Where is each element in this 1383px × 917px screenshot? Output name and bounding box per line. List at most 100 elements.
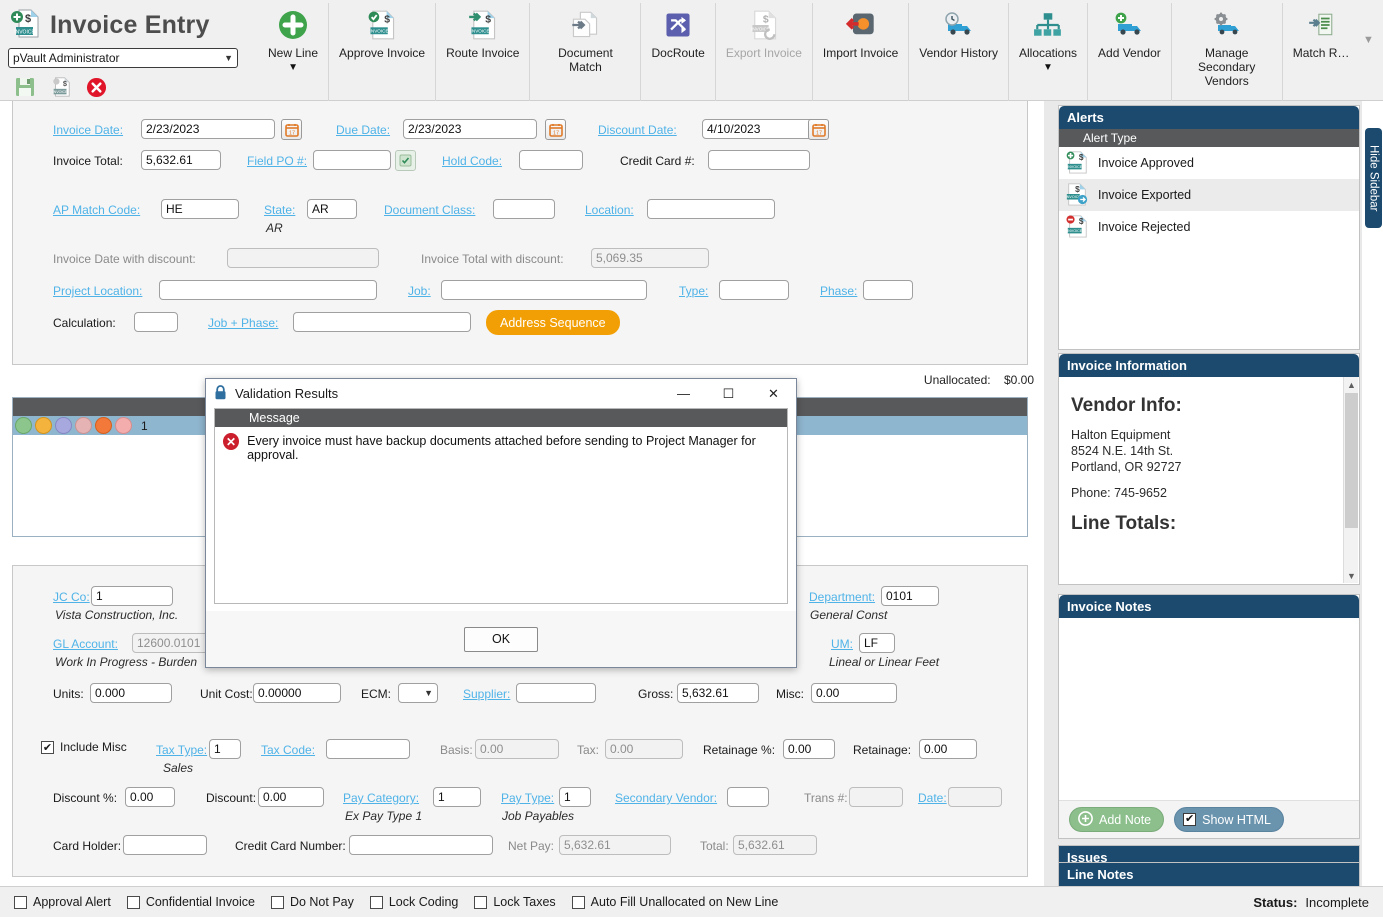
add-line-icon[interactable] [15, 417, 32, 434]
invoice-date-discount-input[interactable] [227, 248, 379, 268]
alert-row-invoice-rejected[interactable]: $ INVOICE Invoice Rejected [1059, 211, 1359, 243]
address-sequence-button[interactable]: Address Sequence [486, 310, 620, 335]
calculation-input[interactable] [134, 312, 178, 332]
ribbon-button-route-invoice[interactable]: $ INVOICE Route Invoice [435, 3, 529, 101]
um-input[interactable]: LF [859, 633, 895, 653]
tax-code-input[interactable] [326, 739, 410, 759]
delete-icon[interactable] [86, 77, 107, 101]
save-invoice-icon[interactable]: $ INVOICE [50, 76, 72, 101]
units-input[interactable]: 0.000 [90, 683, 172, 703]
job-phase-label[interactable]: Job + Phase: [208, 316, 278, 330]
ok-button[interactable]: OK [464, 626, 538, 652]
net-pay-input[interactable]: 5,632.61 [559, 835, 671, 855]
date-label[interactable]: Date: [918, 791, 947, 805]
credit-card-no-input[interactable] [708, 150, 810, 170]
location-label[interactable]: Location: [585, 203, 634, 217]
field-po-input[interactable] [313, 150, 391, 170]
help-line-icon[interactable] [115, 417, 132, 434]
amount-line-icon[interactable] [75, 417, 92, 434]
um-label[interactable]: UM: [831, 637, 853, 651]
card-holder-input[interactable] [123, 835, 207, 855]
invoice-total-input[interactable]: 5,632.61 [141, 150, 221, 170]
jc-co-label[interactable]: JC Co: [53, 590, 90, 604]
field-po-lookup-icon[interactable] [395, 150, 416, 171]
invoice-information-scrollbar[interactable]: ▲ ▼ [1343, 377, 1358, 583]
tax-type-input[interactable]: 1 [209, 739, 241, 759]
phase-label[interactable]: Phase: [820, 284, 857, 298]
ap-match-code-label[interactable]: AP Match Code: [53, 203, 140, 217]
total-input[interactable]: 5,632.61 [733, 835, 817, 855]
checkbox-lock-coding[interactable]: Lock Coding [369, 895, 458, 909]
retainage-input[interactable]: 0.00 [919, 739, 977, 759]
state-input[interactable]: AR [307, 199, 357, 219]
delete-line-icon[interactable] [95, 417, 112, 434]
invoice-date-label[interactable]: Invoice Date: [53, 123, 123, 137]
due-date-input[interactable]: 2/23/2023 [403, 119, 537, 139]
checkbox-approval-alert[interactable]: Approval Alert [14, 895, 111, 909]
misc-input[interactable]: 0.00 [811, 683, 897, 703]
ribbon-button-add-vendor[interactable]: Add Vendor [1087, 3, 1171, 101]
refresh-line-icon[interactable] [55, 417, 72, 434]
state-label[interactable]: State: [264, 203, 295, 217]
alert-row-invoice-exported[interactable]: $ INVOICE Invoice Exported [1059, 179, 1359, 211]
ap-match-code-input[interactable]: HE [161, 199, 239, 219]
document-class-label[interactable]: Document Class: [384, 203, 475, 217]
job-phase-input[interactable] [293, 312, 471, 332]
project-location-label[interactable]: Project Location: [53, 284, 142, 298]
chevron-down-icon[interactable]: ▼ [1344, 568, 1359, 583]
unit-cost-input[interactable]: 0.00000 [253, 683, 341, 703]
minimize-icon[interactable]: — [661, 379, 706, 408]
pay-category-label[interactable]: Pay Category: [343, 791, 419, 805]
type-label[interactable]: Type: [679, 284, 708, 298]
location-input[interactable] [647, 199, 775, 219]
job-label[interactable]: Job: [408, 284, 431, 298]
add-note-button[interactable]: Add Note [1069, 807, 1165, 832]
ribbon-button-export-invoice[interactable]: $ INVOICE Export Invoice [714, 3, 812, 101]
ribbon-button-approve-invoice[interactable]: $ INVOICE Approve Invoice [328, 3, 435, 101]
type-input[interactable] [719, 280, 789, 300]
ribbon-overflow-chevron-icon[interactable]: ▼ [1359, 34, 1377, 46]
alerts-column-header[interactable]: Alert Type [1059, 129, 1359, 147]
department-input[interactable]: 0101 [881, 586, 939, 606]
field-po-label[interactable]: Field PO #: [247, 154, 307, 168]
ribbon-button-allocations[interactable]: Allocations ▼ [1007, 3, 1087, 101]
discount-pct-input[interactable]: 0.00 [125, 787, 175, 807]
copy-line-icon[interactable] [35, 417, 52, 434]
due-date-label[interactable]: Due Date: [336, 123, 390, 137]
checkbox-auto-fill-unallocated[interactable]: Auto Fill Unallocated on New Line [571, 895, 778, 909]
chevron-up-icon[interactable]: ▲ [1344, 377, 1359, 392]
trans-no-input[interactable] [849, 787, 903, 807]
show-html-toggle[interactable]: ✔ Show HTML [1174, 807, 1284, 832]
tax-type-label[interactable]: Tax Type: [156, 743, 207, 757]
dialog-column-header[interactable]: Message [215, 409, 787, 427]
tax-input[interactable]: 0.00 [605, 739, 683, 759]
save-icon[interactable] [14, 76, 36, 101]
ribbon-button-new-line[interactable]: New Line ▼ [258, 3, 328, 101]
checkbox-do-not-pay[interactable]: Do Not Pay [270, 895, 354, 909]
ribbon-button-import-invoice[interactable]: Import Invoice [811, 3, 908, 101]
checkbox-lock-taxes[interactable]: Lock Taxes [474, 895, 556, 909]
invoice-total-discount-input[interactable]: 5,069.35 [591, 248, 709, 268]
pay-category-input[interactable]: 1 [433, 787, 481, 807]
discount-date-calendar-icon[interactable]: 17 [808, 119, 829, 140]
supplier-label[interactable]: Supplier: [463, 687, 510, 701]
alert-row-invoice-approved[interactable]: $ INVOICE Invoice Approved [1059, 147, 1359, 179]
department-label[interactable]: Department: [809, 590, 875, 604]
hold-code-label[interactable]: Hold Code: [442, 154, 502, 168]
supplier-input[interactable] [516, 683, 596, 703]
invoice-notes-body[interactable] [1059, 618, 1359, 788]
invoice-date-input[interactable]: 2/23/2023 [141, 119, 275, 139]
maximize-icon[interactable]: ☐ [706, 379, 751, 408]
discount-date-label[interactable]: Discount Date: [598, 123, 677, 137]
include-misc-checkbox[interactable]: ✔ Include Misc [41, 740, 127, 754]
ribbon-button-manage-secondary-vendors[interactable]: Manage Secondary Vendors [1170, 3, 1282, 101]
retainage-pct-input[interactable]: 0.00 [783, 739, 835, 759]
credit-card-number-input[interactable] [349, 835, 493, 855]
pay-type-label[interactable]: Pay Type: [501, 791, 554, 805]
job-input[interactable] [441, 280, 647, 300]
jc-co-input[interactable]: 1 [91, 586, 173, 606]
discount-date-input[interactable]: 4/10/2023 [702, 119, 816, 139]
secondary-vendor-label[interactable]: Secondary Vendor: [615, 791, 717, 805]
basis-input[interactable]: 0.00 [475, 739, 559, 759]
ribbon-button-document-match[interactable]: Document Match [529, 3, 640, 101]
